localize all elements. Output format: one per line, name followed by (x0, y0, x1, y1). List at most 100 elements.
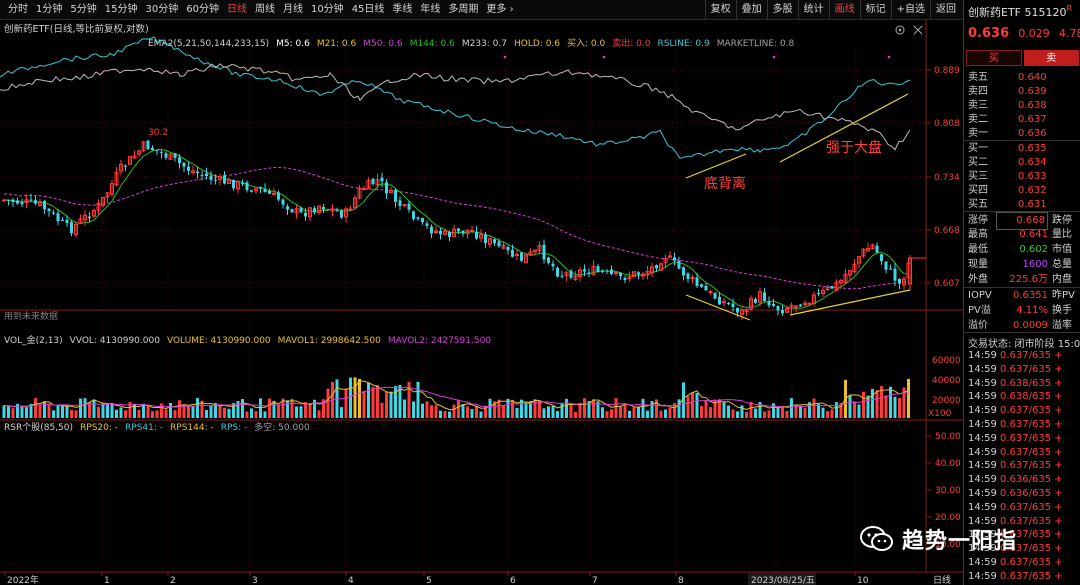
volume-bar (245, 411, 249, 418)
tick-time: 14:59 (968, 363, 997, 375)
buy-button[interactable]: 买 (966, 50, 1022, 66)
volume-bar (11, 408, 15, 418)
candle-body (799, 304, 802, 307)
toolbar-button[interactable]: 画线 (828, 0, 860, 20)
tick-price: 0.637/635 + (1000, 446, 1063, 458)
toolbar-button[interactable]: 叠加 (735, 0, 767, 20)
volume-bar (781, 405, 784, 418)
volume-bar (776, 407, 780, 418)
toolbar-button[interactable]: 返回 (930, 0, 961, 20)
volume-bar (110, 402, 114, 418)
stat-row: 最高 0.641 量比 (968, 227, 1080, 243)
period-tab[interactable]: 季线 (388, 0, 416, 20)
indicator-value: RSLINE: 0.9 (657, 39, 710, 49)
tick-time: 14:59 (968, 501, 997, 513)
period-tab[interactable]: 60分钟 (182, 0, 223, 20)
volume-bar (83, 398, 87, 418)
tick-row: 14:59 0.637/635 + (968, 459, 1063, 473)
candle-body (34, 200, 37, 204)
volume-bar (70, 409, 73, 418)
volume-bar (88, 402, 91, 418)
volume-bar (425, 401, 429, 418)
candle-body (583, 269, 586, 272)
volume-bar (241, 399, 244, 418)
security-code: 515120 (1024, 6, 1067, 19)
ask-level[interactable]: 卖五 0.640 (968, 71, 1080, 85)
candle-body (11, 199, 15, 203)
period-tab[interactable]: 多周期 (444, 0, 482, 20)
bid-level[interactable]: 买三 0.633 (968, 170, 1080, 184)
candle-body (164, 153, 168, 158)
toolbar-button[interactable]: 统计 (797, 0, 829, 20)
settings-icon[interactable] (895, 25, 905, 35)
chart-tools: 复权 叠加 多股 统计 画线 标记 +自选 返回 (704, 0, 961, 20)
period-tab[interactable]: 45日线 (348, 0, 389, 20)
divergence-trendline-upper[interactable] (685, 153, 747, 179)
ask-level[interactable]: 卖二 0.637 (968, 113, 1080, 127)
tick-time: 14:59 (968, 460, 997, 472)
period-tab[interactable]: 30分钟 (141, 0, 182, 20)
volume-bar (695, 393, 699, 418)
book-price: 0.635 (1018, 143, 1047, 154)
toolbar-button[interactable]: +自选 (890, 0, 930, 20)
stat-row: IOPV 0.6351 昨PV (968, 288, 1080, 304)
bid-level[interactable]: 买二 0.634 (968, 156, 1080, 170)
volume-bar (830, 409, 834, 418)
volume-bar (277, 405, 280, 418)
stat-value: 0.6351 (1013, 290, 1048, 301)
kline-chart[interactable]: 创新药ETF(日线,等比前复权,对数) EMA2(5,21,50,144,233… (0, 20, 963, 585)
period-tab[interactable]: 10分钟 (307, 0, 348, 20)
volume-bar (511, 399, 514, 418)
period-tab[interactable]: 1分钟 (32, 0, 66, 20)
candle-body (511, 249, 514, 257)
period-tab[interactable]: 5分钟 (66, 0, 100, 20)
period-tab[interactable]: 更多 › (482, 0, 517, 20)
strength-trendline-lower[interactable] (789, 289, 911, 316)
volume-bar (403, 399, 406, 418)
toolbar-button[interactable]: 标记 (859, 0, 891, 20)
candle-body (371, 178, 375, 184)
price-tick-label: 0.889 (934, 66, 960, 76)
sell-button[interactable]: 卖 (1023, 50, 1079, 66)
volume-bar (749, 402, 753, 418)
volume-bars (2, 377, 910, 418)
candle-body (515, 254, 519, 257)
period-tabs: 分时 1分钟 5分钟 15分钟 30分钟 60分钟 日线 周线 月线 10分钟 45日线 季线 年线 多周… (4, 0, 518, 20)
watermark: 趋势一阳指 (860, 522, 1017, 556)
volume-bar (124, 410, 127, 418)
period-tab[interactable]: 15分钟 (101, 0, 142, 20)
period-tab[interactable]: 周线 (251, 0, 279, 20)
bid-level[interactable]: 买一 0.635 (968, 142, 1080, 156)
toolbar-button[interactable]: 多股 (766, 0, 798, 20)
period-tab[interactable]: 日线 (223, 0, 251, 20)
ask-level[interactable]: 卖三 0.638 (968, 99, 1080, 113)
period-tab[interactable]: 年线 (416, 0, 444, 20)
period-tab[interactable]: 分时 (4, 0, 32, 20)
bid-level[interactable]: 买四 0.632 (968, 184, 1080, 198)
bid-level[interactable]: 买五 0.631 (968, 198, 1080, 212)
period-tab[interactable]: 月线 (279, 0, 307, 20)
candle-body (754, 299, 757, 303)
ask-level[interactable]: 卖四 0.639 (968, 85, 1080, 99)
volume-tick-label: 20000 (932, 396, 961, 406)
candle-body (245, 182, 249, 191)
toolbar-button[interactable]: 复权 (704, 0, 736, 20)
tick-row: 14:590.636/635 + (968, 487, 1063, 501)
volume-bar (632, 407, 636, 418)
volume-bar (101, 403, 105, 418)
tick-row: 14:59 0.637/635 + (968, 446, 1063, 460)
candle-body (259, 186, 262, 189)
stat-label: 总量 (1052, 259, 1072, 270)
volume-bar (641, 398, 645, 418)
volume-bar (367, 382, 370, 418)
chart-area[interactable]: 创新药ETF(日线,等比前复权,对数) EMA2(5,21,50,144,233… (0, 20, 963, 585)
close-icon[interactable] (913, 25, 923, 35)
ma21-series (3, 148, 909, 309)
volume-bar (196, 398, 199, 418)
stat-value: 4.11% (1016, 305, 1048, 316)
candle-body (241, 183, 244, 185)
ask-level[interactable]: 卖一 0.636 (968, 127, 1080, 141)
stat-label: 昨PV (1052, 290, 1075, 301)
volume-bar (52, 410, 55, 418)
volume-bar (488, 398, 492, 418)
